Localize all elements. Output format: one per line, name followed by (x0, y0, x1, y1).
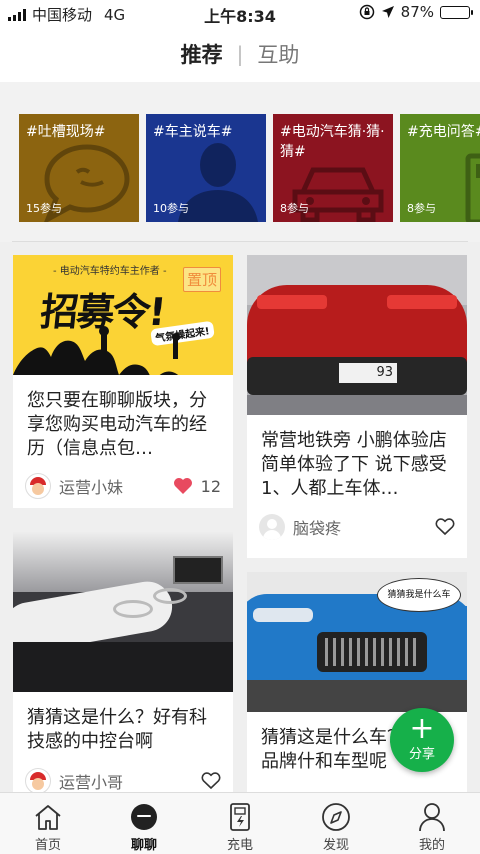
crowd-illustration (13, 326, 180, 375)
nav-charge[interactable]: 充电 (192, 793, 288, 854)
user-icon (419, 803, 445, 832)
speech-bubble: 猜猜我是什么车 (377, 578, 461, 612)
topic-title: #车主说车# (153, 124, 233, 140)
topic-card[interactable]: #充电问答# 8参与 (400, 114, 480, 222)
author-name[interactable]: 运营小妹 (59, 474, 173, 498)
rotation-lock-icon (359, 4, 374, 20)
license-plate: 93 (339, 363, 397, 383)
pinned-badge: 置顶 (182, 267, 221, 292)
nav-discover[interactable]: 发现 (288, 793, 384, 854)
post-image: 猜猜我是什么车 (247, 572, 467, 712)
top-tabs: 推荐 | 互助 (0, 26, 480, 82)
home-icon (35, 805, 61, 830)
post-card[interactable]: - 电动汽车特约车主作者 - 招募令! 气氛燥起来! 置顶 您只要在聊聊版块，分… (13, 255, 233, 508)
post-image: 93 (247, 255, 467, 415)
topic-count: 8参与 (407, 202, 436, 215)
status-bar: 中国移动 4G 上午8:34 87% (0, 0, 480, 26)
nav-mine[interactable]: 我的 (384, 793, 480, 854)
share-label: 分享 (408, 747, 435, 762)
nav-chat[interactable]: 聊聊 (96, 793, 192, 854)
charger-icon (465, 153, 480, 222)
post-text: 常营地铁旁 小鹏体验店 简单体验了下 说下感受 1、人都上车体… (261, 430, 447, 499)
heart-filled-icon[interactable] (173, 477, 193, 495)
nav-label: 我的 (418, 838, 445, 853)
topic-card[interactable]: #电动汽车猜·猜·猜# 8参与 (273, 114, 393, 222)
post-text: 猜猜这是什么？好有科技感的中控台啊 (27, 707, 207, 752)
tab-recommend[interactable]: 推荐 (181, 39, 223, 69)
post-meta: 脑袋疼 (259, 514, 455, 540)
avatar[interactable] (25, 768, 51, 792)
charging-station-icon (230, 803, 250, 831)
topic-carousel[interactable]: #吐槽现场# 15参与 #车主说车# 10参与 #电动汽车猜·猜·猜# 8参与 … (0, 82, 480, 242)
topic-card[interactable]: #车主说车# 10参与 (146, 114, 266, 222)
post-card[interactable]: 猜猜这是什么？好有科技感的中控台啊 运营小哥 (13, 532, 233, 792)
tab-mutual-help[interactable]: 互助 (257, 39, 299, 69)
compass-icon (322, 803, 350, 831)
tab-separator: | (236, 42, 244, 66)
heart-outline-icon[interactable] (201, 772, 221, 790)
post-image (13, 532, 233, 692)
author-name[interactable]: 脑袋疼 (293, 515, 435, 539)
topic-count: 10参与 (153, 202, 189, 215)
topic-count: 8参与 (280, 202, 309, 215)
share-button[interactable]: + 分享 (390, 708, 454, 772)
post-feed[interactable]: - 电动汽车特约车主作者 - 招募令! 气氛燥起来! 置顶 您只要在聊聊版块，分… (0, 242, 480, 792)
topic-count: 15参与 (26, 202, 62, 215)
nav-home[interactable]: 首页 (0, 793, 96, 854)
topic-title: #电动汽车猜·猜·猜# (280, 124, 385, 160)
plus-icon: + (409, 711, 435, 746)
post-card[interactable]: 93 常营地铁旁 小鹏体验店 简单体验了下 说下感受 1、人都上车体… 脑袋疼 (247, 255, 467, 558)
nav-label: 聊聊 (130, 838, 157, 853)
like-count: 12 (200, 476, 221, 496)
image-caption: - 电动汽车特约车主作者 - (53, 266, 167, 277)
battery-percent: 87% (400, 3, 434, 21)
post-text: 您只要在聊聊版块，分享您购买电动汽车的经历（信息点包… (27, 390, 207, 459)
nav-label: 首页 (34, 838, 61, 853)
battery-icon (440, 5, 473, 19)
avatar-placeholder[interactable] (259, 514, 285, 540)
post-image: - 电动汽车特约车主作者 - 招募令! 气氛燥起来! 置顶 (13, 255, 233, 375)
author-name[interactable]: 运营小哥 (59, 769, 201, 792)
topic-title: #充电问答# (407, 124, 480, 140)
post-meta: 运营小妹 12 (25, 473, 221, 499)
topic-title: #吐槽现场# (26, 124, 106, 140)
avatar[interactable] (25, 473, 51, 499)
topic-card[interactable]: #吐槽现场# 15参与 (19, 114, 139, 222)
heart-outline-icon[interactable] (435, 518, 455, 536)
location-icon (381, 6, 394, 18)
nav-label: 充电 (226, 838, 253, 853)
post-meta: 运营小哥 (25, 768, 221, 792)
nav-label: 发现 (322, 838, 349, 853)
bottom-nav: 首页 聊聊 充电 发现 我的 (0, 792, 480, 854)
chat-icon (131, 804, 157, 830)
